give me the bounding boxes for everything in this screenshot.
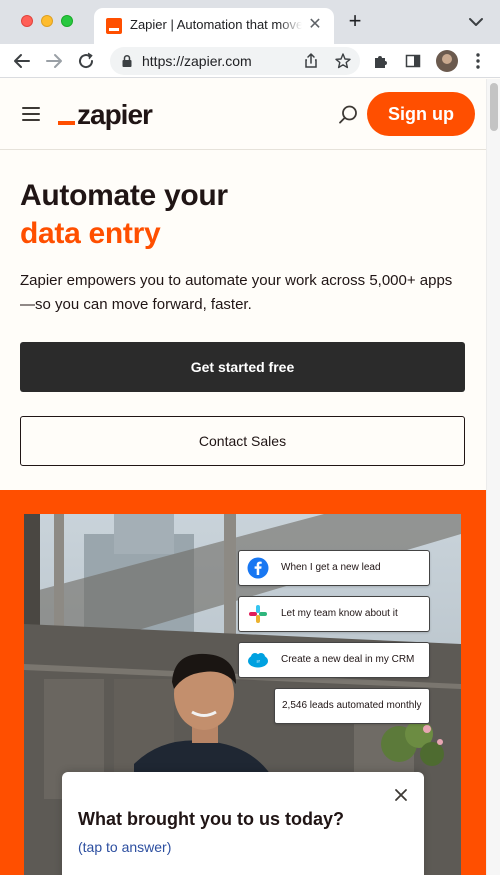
lock-icon[interactable] <box>120 54 134 68</box>
tab-title: Zapier | Automation that moves you forwa… <box>130 17 302 32</box>
window-zoom-button[interactable] <box>61 15 73 27</box>
close-icon[interactable] <box>392 786 410 804</box>
side-panel-icon[interactable] <box>404 52 422 70</box>
logo-underscore <box>58 121 75 125</box>
new-tab-button[interactable]: + <box>344 10 366 32</box>
survey-answer-link[interactable]: (tap to answer) <box>78 839 171 855</box>
bookmark-star-icon[interactable] <box>334 52 352 70</box>
browser-tab[interactable]: Zapier | Automation that moves you forwa… <box>94 8 334 44</box>
browser-toolbar: https://zapier.com <box>0 44 500 78</box>
get-started-button[interactable]: Get started free <box>20 342 465 392</box>
page-viewport: zapier Sign up Automate your data entry … <box>0 79 486 875</box>
logo-text: zapier <box>77 99 153 130</box>
tab-search-chevron-icon[interactable] <box>466 14 486 30</box>
profile-avatar[interactable] <box>436 50 458 72</box>
contact-sales-button[interactable]: Contact Sales <box>20 416 465 466</box>
tab-close-icon[interactable]: ✕ <box>306 16 324 34</box>
browser-tab-bar: Zapier | Automation that moves you forwa… <box>0 0 500 44</box>
zapier-favicon-icon <box>106 18 122 34</box>
search-icon[interactable] <box>336 103 360 127</box>
workflow-result: 2,546 leads automated monthly <box>274 688 430 724</box>
extensions-puzzle-icon[interactable] <box>372 52 390 70</box>
signup-button[interactable]: Sign up <box>367 92 475 136</box>
hero-title: Automate your data entry <box>20 177 228 253</box>
share-icon[interactable] <box>302 52 320 70</box>
back-arrow-icon[interactable] <box>10 49 34 73</box>
hamburger-menu-icon[interactable] <box>22 106 42 122</box>
workflow-step-label: Let my team know about it <box>281 608 398 619</box>
browser-menu-icon[interactable] <box>472 52 484 70</box>
workflow-step-notify: Let my team know about it <box>238 596 430 632</box>
site-header: zapier Sign up <box>0 79 486 150</box>
survey-question: What brought you to us today? <box>78 809 344 829</box>
page-scrollbar[interactable] <box>486 79 500 875</box>
url-text: https://zapier.com <box>142 53 252 69</box>
slack-icon <box>249 605 267 623</box>
salesforce-icon: sf <box>248 653 268 668</box>
hero-title-accent: data entry <box>20 217 161 250</box>
zapier-logo[interactable]: zapier <box>58 98 153 130</box>
survey-popup[interactable]: What brought you to us today? (tap to an… <box>62 772 424 875</box>
workflow-step-label: Create a new deal in my CRM <box>281 654 415 665</box>
hero-subtitle: Zapier empowers you to automate your wor… <box>20 272 453 313</box>
hero-title-line1: Automate your <box>20 179 228 212</box>
window-minimize-button[interactable] <box>41 15 53 27</box>
facebook-icon <box>247 557 269 579</box>
scrollbar-thumb[interactable] <box>490 83 498 131</box>
workflow-step-crm: sf Create a new deal in my CRM <box>238 642 430 678</box>
window-close-button[interactable] <box>21 15 33 27</box>
forward-arrow-icon[interactable] <box>42 49 66 73</box>
reload-icon[interactable] <box>74 49 98 73</box>
workflow-step-label: When I get a new lead <box>281 562 381 573</box>
workflow-result-label: 2,546 leads automated monthly <box>282 700 422 711</box>
address-bar[interactable]: https://zapier.com <box>110 47 360 75</box>
workflow-step-trigger: When I get a new lead <box>238 550 430 586</box>
